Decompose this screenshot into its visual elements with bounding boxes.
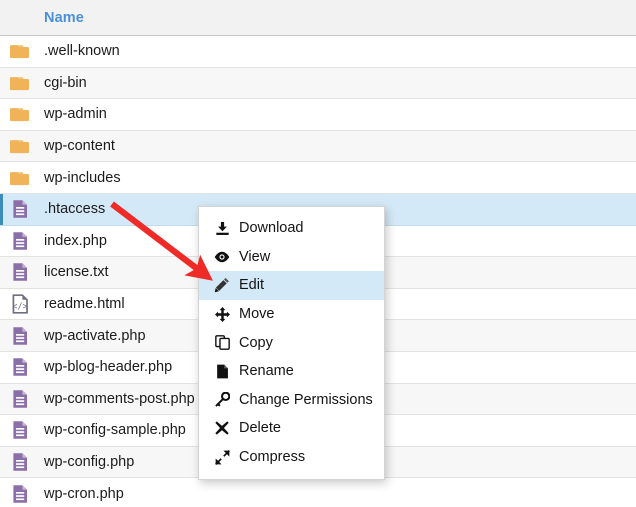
menu-item-delete[interactable]: Delete <box>199 414 384 443</box>
eye-icon <box>214 249 230 265</box>
key-icon <box>214 392 230 408</box>
menu-item-label: Change Permissions <box>239 391 373 408</box>
file-name-label: wp-includes <box>44 169 121 186</box>
compress-icon <box>214 449 230 465</box>
file-manager-screen: Name .well-known cgi-bin wp-admin wp-conten… <box>0 0 636 507</box>
menu-item-label: Edit <box>239 277 264 294</box>
table-row[interactable]: wp-cron.php <box>0 478 636 507</box>
file-name-label: wp-comments-post.php <box>44 390 195 407</box>
download-icon <box>215 221 229 235</box>
menu-item-label: Delete <box>239 420 281 437</box>
menu-item-label: Download <box>239 220 304 237</box>
menu-item-view[interactable]: View <box>199 243 384 272</box>
table-header-row: Name <box>0 0 636 36</box>
document-icon <box>13 484 27 503</box>
file-name-label: wp-content <box>44 138 115 155</box>
file-name-label: wp-config.php <box>44 454 135 471</box>
table-row[interactable]: cgi-bin <box>0 67 636 100</box>
menu-item-rename[interactable]: Rename <box>199 357 384 386</box>
folder-icon <box>9 140 29 154</box>
file-context-menu: Download View Edit Move Copy Rename Change Per… <box>198 206 385 481</box>
document-icon <box>13 232 27 250</box>
code-file-icon: </> <box>12 294 28 314</box>
menu-item-compress[interactable]: Compress <box>199 443 384 472</box>
document-icon <box>13 200 27 219</box>
menu-item-edit[interactable]: Edit <box>199 271 384 300</box>
menu-item-download[interactable]: Download <box>199 214 384 243</box>
file-icon <box>216 364 228 379</box>
table-row[interactable]: wp-content <box>0 130 636 163</box>
file-name-label: readme.html <box>44 296 125 313</box>
x-mark-icon <box>214 420 230 436</box>
file-name-label: license.txt <box>44 264 109 281</box>
file-name-label: wp-config-sample.php <box>44 422 186 439</box>
file-name-label: .well-known <box>44 43 120 60</box>
file-name-label: wp-activate.php <box>44 327 146 344</box>
eye-icon <box>214 251 230 263</box>
folder-icon <box>9 45 29 59</box>
menu-item-copy[interactable]: Copy <box>199 328 384 357</box>
file-name-label: .htaccess <box>44 201 106 218</box>
file-name-label: index.php <box>44 232 107 249</box>
file-name-label: wp-blog-header.php <box>44 359 173 376</box>
table-row[interactable]: wp-admin <box>0 99 636 131</box>
file-name-label: wp-cron.php <box>44 485 124 502</box>
context-menu-items: Download View Edit Move Copy Rename Change Per… <box>199 214 384 471</box>
download-icon <box>214 220 230 236</box>
svg-text:</>: </> <box>12 301 27 311</box>
folder-icon <box>9 171 29 185</box>
file-icon <box>214 363 230 379</box>
menu-item-change-permissions[interactable]: Change Permissions <box>199 386 384 415</box>
table-row[interactable]: .well-known <box>0 36 636 68</box>
copy-icon <box>214 335 230 351</box>
folder-icon <box>9 76 29 90</box>
table-row[interactable]: wp-includes <box>0 162 636 194</box>
menu-item-move[interactable]: Move <box>199 300 384 329</box>
column-header-name[interactable]: Name <box>44 10 84 26</box>
document-icon <box>13 421 27 440</box>
document-icon <box>13 358 27 377</box>
copy-icon <box>214 335 230 351</box>
move-arrows-icon <box>214 306 230 322</box>
menu-item-label: Move <box>239 306 275 323</box>
menu-item-label: Compress <box>239 449 306 466</box>
x-mark-icon <box>215 421 229 436</box>
key-icon <box>214 392 230 408</box>
compress-icon <box>214 449 230 465</box>
document-icon <box>13 263 27 282</box>
pencil-icon <box>214 277 230 293</box>
menu-item-label: View <box>239 248 271 265</box>
menu-item-label: Rename <box>239 363 294 380</box>
document-icon <box>13 326 27 345</box>
document-icon <box>13 390 27 408</box>
menu-item-label: Copy <box>239 334 273 351</box>
pencil-icon <box>214 278 229 293</box>
folder-icon <box>9 108 29 122</box>
document-icon <box>13 453 27 471</box>
file-name-label: wp-admin <box>44 106 107 123</box>
move-arrows-icon <box>214 306 230 322</box>
file-name-label: cgi-bin <box>44 74 87 91</box>
